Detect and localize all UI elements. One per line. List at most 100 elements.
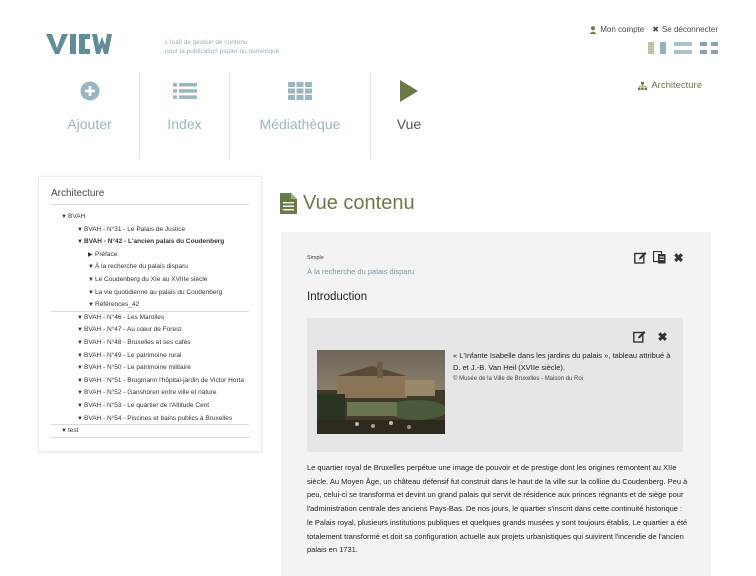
close-icon: ✖ <box>652 25 659 34</box>
caret-down-icon: ▼ <box>77 377 83 384</box>
nav-vue-label: Vue <box>396 116 422 132</box>
tree-node-label: La vie quotidienne au palais du Coudenbe… <box>95 288 223 296</box>
tree-node[interactable]: ▼Références_42 <box>51 299 249 312</box>
tree-node-label: BVAH - N°54 - Piscines et bains publics … <box>84 414 233 422</box>
nav-ajouter-label: Ajouter <box>67 116 112 132</box>
tree-node-label: test <box>68 427 79 435</box>
tree-node-label: BVAH - N°50 - Le patrimoine militaire <box>84 364 191 372</box>
nav-vue[interactable]: Vue <box>371 72 447 158</box>
plus-circle-icon <box>80 81 99 101</box>
parent-section-link[interactable]: À la recherche du palais disparu <box>307 267 414 276</box>
caret-down-icon: ▼ <box>61 214 67 220</box>
account-link[interactable]: Mon compte <box>589 25 644 34</box>
tree-node-label: BVAH - N°48 - Bruxelles et ses cafés <box>84 338 191 346</box>
tree-node[interactable]: ▼BVAH - N°47 - Au cœur de Forest <box>51 324 249 337</box>
tree-node[interactable]: ▼BVAH - N°52 - Ganshoren entre ville et … <box>51 387 249 400</box>
caret-down-icon: ▼ <box>61 428 67 435</box>
tagline-line-1: L'outil de gestion de contenu <box>165 39 248 46</box>
tree-node-label: BVAH - N°51 - Brugmann l'hôpital-jardin … <box>84 376 245 384</box>
account-label: Mon compte <box>600 25 645 34</box>
tree-node-label: À la recherche du palais disparu <box>95 263 188 271</box>
tree-node[interactable]: ▼BVAH - N°48 - Bruxelles et ses cafés <box>51 337 249 350</box>
flag-nl-icon[interactable] <box>674 42 692 54</box>
tree-node[interactable]: ▼BVAH - N°31 - Le Palais de Justice <box>51 224 249 237</box>
caret-right-icon: ▶ <box>88 251 93 258</box>
tree-node-label: BVAH - N°53 - Le quartier de l'Altitude … <box>84 401 210 409</box>
tree-node[interactable]: ▶ Préface <box>51 249 249 262</box>
content-type-label: Simple <box>307 255 324 261</box>
sitemap-icon <box>638 81 648 90</box>
tagline: L'outil de gestion de contenu pour la pu… <box>165 38 279 56</box>
tree-node-label: Références_42 <box>95 301 140 309</box>
edit-image-icon[interactable] <box>633 330 646 343</box>
vieu-logo[interactable] <box>46 33 112 55</box>
delete-icon[interactable]: ✖ <box>672 251 685 265</box>
page-heading: Vue contenu <box>280 192 415 215</box>
architecture-link-label: Architecture <box>651 80 702 91</box>
language-switcher <box>648 42 718 54</box>
tree-node[interactable]: ▼BVAH - N°51 - Brugmann l'hôpital-jardin… <box>51 375 249 388</box>
architecture-panel-title: Architecture <box>51 185 249 205</box>
caret-down-icon: ▼ <box>77 352 83 359</box>
caret-down-icon: ▼ <box>77 226 83 233</box>
grid-icon <box>288 82 312 100</box>
tree-node-label: BVAH <box>68 213 86 220</box>
architecture-link[interactable]: Architecture <box>638 80 702 91</box>
logout-link[interactable]: ✖ Se déconnecter <box>652 25 718 34</box>
caret-down-icon: ▼ <box>77 365 83 372</box>
tree-node-label: BVAH - N°52 - Ganshoren entre ville et n… <box>84 389 217 397</box>
tree-node[interactable]: ▼BVAH - N°46 - Les Marolles <box>51 312 249 325</box>
edit-icon[interactable] <box>634 251 647 264</box>
image-actions: ✖ <box>633 330 669 344</box>
caret-down-icon: ▼ <box>88 302 94 309</box>
tree-node-label: BVAH - N°31 - Le Palais de Justice <box>84 225 186 233</box>
tree-node[interactable]: ▼La vie quotidienne au palais du Coudenb… <box>51 287 249 300</box>
caret-down-icon: ▼ <box>88 264 94 271</box>
image-block: ✖ « L'Infante Isabelle dans les jardins … <box>307 318 683 452</box>
tree-node-label: BVAH - N°49 - Le patrimoine rural <box>84 351 182 359</box>
translate-icon[interactable] <box>653 251 666 264</box>
tree-node[interactable]: ▼À la recherche du palais disparu <box>51 261 249 274</box>
content-actions: ✖ <box>634 251 685 265</box>
nav-index-label: Index <box>167 116 202 132</box>
user-icon <box>589 25 597 34</box>
tree-node-label: Préface <box>95 250 118 258</box>
nav-mediatheque[interactable]: Médiathèque <box>230 72 370 158</box>
painting-thumbnail[interactable] <box>317 350 447 434</box>
tree-node[interactable]: ▼BVAH - N°54 - Piscines et bains publics… <box>51 413 249 426</box>
tree-node[interactable]: ▼BVAH - N°53 - Le quartier de l'Altitude… <box>51 400 249 413</box>
page-title: Vue contenu <box>303 192 415 214</box>
tree-node-bvah[interactable]: ▼BVAH <box>51 211 249 224</box>
caret-down-icon: ▼ <box>88 276 94 283</box>
caret-down-icon: ▼ <box>77 390 83 397</box>
flag-en-icon[interactable] <box>700 42 718 54</box>
tree-node-label: BVAH - N°47 - Au cœur de Forest <box>84 326 182 334</box>
nav-mediatheque-label: Médiathèque <box>259 116 341 132</box>
tree-node-label: Le Coudenberg du XIe au XVIIIe siècle <box>95 275 208 283</box>
architecture-tree: ▼BVAH ▼BVAH - N°31 - Le Palais de Justic… <box>51 211 249 438</box>
tree-node[interactable]: ▼BVAH - N°49 - Le patrimoine rural <box>51 350 249 363</box>
play-icon <box>400 80 418 102</box>
caret-down-icon: ▼ <box>77 327 83 334</box>
image-credit: © Musée de la Ville de Bruxelles - Maiso… <box>453 376 584 382</box>
tree-node-label: BVAH - N°46 - Les Marolles <box>84 313 165 321</box>
tree-node-test[interactable]: ▼test <box>51 425 249 438</box>
tagline-line-2: pour la publication papier ou numérique <box>165 48 280 55</box>
nav-ajouter[interactable]: Ajouter <box>40 72 139 158</box>
tree-node-selected[interactable]: ▼BVAH - N°42 - L'ancien palais du Couden… <box>51 236 249 249</box>
caret-down-icon: ▼ <box>77 402 83 409</box>
document-icon <box>280 193 297 214</box>
logout-label: Se déconnecter <box>661 25 718 34</box>
tree-node[interactable]: ▼BVAH - N°50 - Le patrimoine militaire <box>51 362 249 375</box>
flag-fr-icon[interactable] <box>648 42 666 54</box>
tree-node-label: BVAH - N°42 - L'ancien palais du Coudenb… <box>84 238 225 246</box>
section-title: Introduction <box>307 291 368 303</box>
nav-index[interactable]: Index <box>140 72 229 158</box>
user-links: Mon compte ✖ Se déconnecter <box>589 25 718 34</box>
list-icon <box>172 83 197 99</box>
caret-down-icon: ▼ <box>77 239 83 246</box>
delete-image-icon[interactable]: ✖ <box>656 330 669 344</box>
content-view: Simple À la recherche du palais disparu … <box>281 232 711 576</box>
caret-down-icon: ▼ <box>77 314 83 321</box>
tree-node[interactable]: ▼Le Coudenberg du XIe au XVIIIe siècle <box>51 274 249 287</box>
